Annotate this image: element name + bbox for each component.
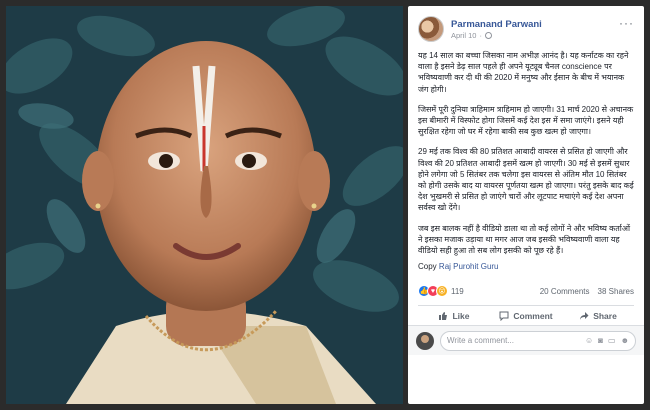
speech-bubble-icon	[499, 311, 509, 322]
post-meta: April 10 ·	[451, 31, 542, 40]
share-label: Share	[593, 311, 617, 322]
comment-composer: Write a comment... ☺ ◙ ▭ ☻	[408, 325, 644, 356]
wow-reaction-icon: 😮	[436, 285, 448, 298]
post-date[interactable]: April 10	[451, 31, 476, 40]
copy-prefix: Copy	[418, 262, 437, 272]
post-paragraph: यह 14 साल का बच्चा जिसका नाम अभीज्ञ आनंद…	[418, 51, 629, 94]
share-arrow-icon	[580, 312, 589, 321]
post-header: Parmanand Parwani April 10 · ···	[408, 6, 644, 48]
share-button[interactable]: Share	[562, 311, 634, 321]
thumbs-up-icon	[439, 312, 448, 321]
comment-button[interactable]: Comment	[490, 311, 562, 322]
post-text: यह 14 साल का बच्चा जिसका नाम अभीज्ञ आनंद…	[408, 48, 644, 272]
like-button[interactable]: Like	[418, 311, 490, 321]
gif-icon[interactable]: ▭	[608, 336, 616, 345]
post-paragraph: 29 मई तक विश्व की 80 प्रतिशत आबादी वायरस…	[418, 147, 634, 213]
post-photo[interactable]	[6, 6, 403, 404]
sticker-icon[interactable]: ☻	[621, 336, 629, 345]
copy-credit: Copy Raj Purohit Guru	[418, 261, 634, 272]
post-actions: Like Comment Share	[418, 305, 634, 322]
like-label: Like	[452, 311, 470, 322]
copy-credit-link[interactable]: Raj Purohit Guru	[439, 262, 499, 271]
separator-dot: ·	[479, 30, 482, 40]
comment-input[interactable]: Write a comment... ☺ ◙ ▭ ☻	[440, 330, 636, 351]
globe-icon	[484, 31, 492, 39]
comment-placeholder: Write a comment...	[447, 336, 514, 346]
viewer-avatar	[416, 331, 434, 350]
reaction-count: 119	[451, 286, 464, 296]
more-icon[interactable]: ···	[619, 16, 634, 30]
post-paragraph: जिसमें पूरी दुनिया त्राहिमाम त्राहिमाम ह…	[418, 104, 634, 137]
reactions-summary[interactable]: 👍 ♥ 😮 119	[418, 285, 464, 298]
boy-portrait-image	[6, 6, 403, 404]
post-paragraph: जब इस बालक नहीं है वीडियो डाला था तो कई …	[418, 223, 631, 256]
comments-count-link[interactable]: 20 Comments	[540, 287, 590, 296]
author-name-link[interactable]: Parmanand Parwani	[451, 19, 542, 30]
post-stats: 👍 ♥ 😮 119 20 Comments 38 Shares	[408, 281, 644, 301]
emoji-icon[interactable]: ☺	[585, 336, 593, 345]
facebook-post-card: Parmanand Parwani April 10 · ··· यह 14 स…	[408, 6, 644, 404]
author-avatar[interactable]	[418, 16, 444, 42]
comment-label: Comment	[513, 311, 553, 322]
camera-icon[interactable]: ◙	[598, 336, 603, 345]
shares-count-link[interactable]: 38 Shares	[598, 287, 634, 296]
